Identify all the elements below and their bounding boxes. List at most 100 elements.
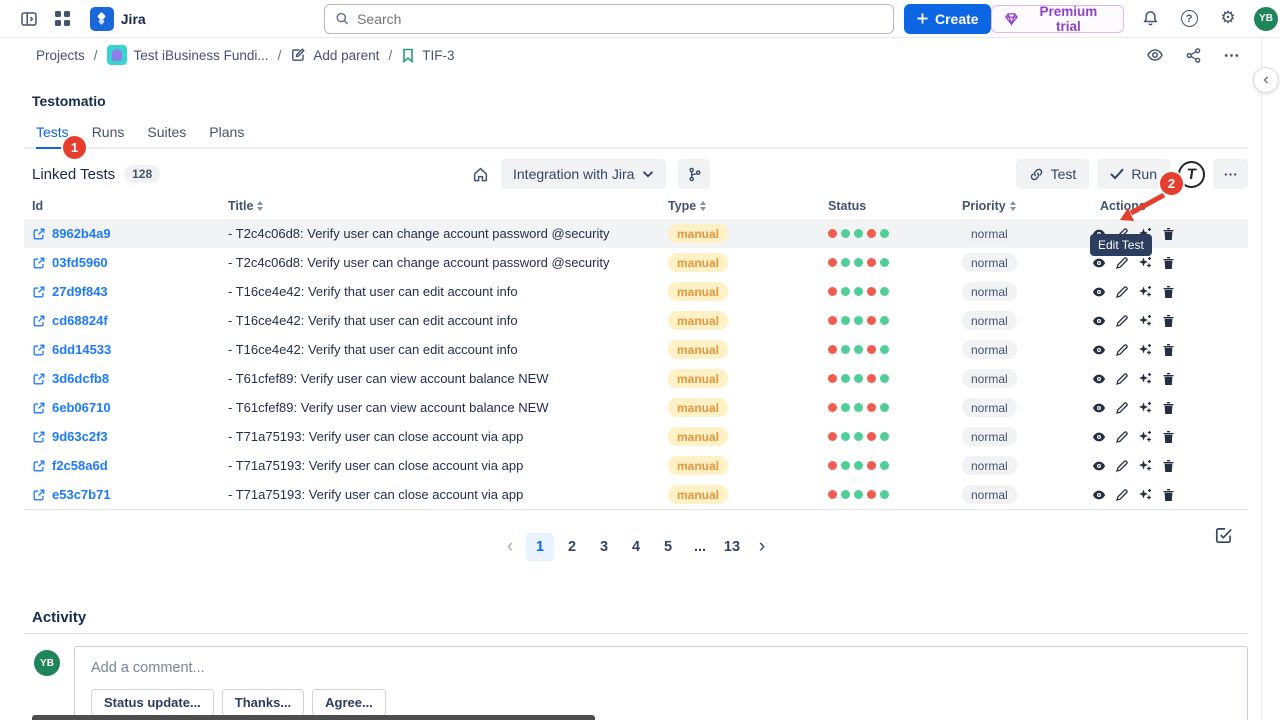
edit-pencil-icon[interactable] bbox=[1115, 372, 1129, 386]
col-id[interactable]: Id bbox=[32, 199, 228, 213]
test-id-link[interactable]: 27d9f843 bbox=[32, 284, 228, 299]
table-row[interactable]: cd68824f - T16ce4e42: Verify that user c… bbox=[24, 306, 1248, 335]
delete-trash-icon[interactable] bbox=[1161, 401, 1175, 415]
next-page-icon[interactable]: › bbox=[750, 533, 774, 561]
page-button-13[interactable]: 13 bbox=[718, 533, 746, 561]
view-eye-icon[interactable] bbox=[1092, 488, 1106, 502]
view-eye-icon[interactable] bbox=[1092, 343, 1106, 357]
edit-pencil-icon[interactable] bbox=[1115, 430, 1129, 444]
table-row[interactable]: 6eb06710 - T61cfef89: Verify user can vi… bbox=[24, 393, 1248, 422]
col-title[interactable]: Title bbox=[228, 199, 668, 213]
help-icon[interactable]: ? bbox=[1176, 6, 1202, 32]
page-button-2[interactable]: 2 bbox=[558, 533, 586, 561]
delete-trash-icon[interactable] bbox=[1161, 256, 1175, 270]
view-eye-icon[interactable] bbox=[1092, 430, 1106, 444]
edit-pencil-icon[interactable] bbox=[1115, 285, 1129, 299]
test-id-link[interactable]: 8962b4a9 bbox=[32, 226, 228, 241]
test-id-link[interactable]: 9d63c2f3 bbox=[32, 429, 228, 444]
view-eye-icon[interactable] bbox=[1092, 372, 1106, 386]
breadcrumb-project[interactable]: Test iBusiness Fundi... bbox=[107, 45, 269, 65]
breadcrumb-projects[interactable]: Projects bbox=[36, 48, 85, 63]
table-row[interactable]: 3d6dcfb8 - T61cfef89: Verify user can vi… bbox=[24, 364, 1248, 393]
sidebar-toggle-icon[interactable] bbox=[16, 6, 42, 32]
col-type[interactable]: Type bbox=[668, 199, 828, 213]
test-id-link[interactable]: 3d6dcfb8 bbox=[32, 371, 228, 386]
integration-select[interactable]: Integration with Jira bbox=[501, 159, 666, 189]
quick-reply-status-update[interactable]: Status update... bbox=[91, 689, 214, 716]
jira-logo-icon[interactable] bbox=[90, 7, 114, 31]
share-icon[interactable] bbox=[1180, 42, 1206, 68]
table-row[interactable]: e53c7b71 - T71a75193: Verify user can cl… bbox=[24, 480, 1248, 509]
ai-sparkles-icon[interactable] bbox=[1138, 285, 1152, 299]
test-id-link[interactable]: 6dd14533 bbox=[32, 342, 228, 357]
notifications-icon[interactable] bbox=[1137, 6, 1163, 32]
tab-plans[interactable]: Plans bbox=[209, 124, 244, 149]
more-actions-icon[interactable] bbox=[1218, 42, 1244, 68]
test-button[interactable]: Test bbox=[1016, 159, 1090, 189]
ai-sparkles-icon[interactable] bbox=[1138, 343, 1152, 357]
app-switcher-icon[interactable] bbox=[50, 6, 76, 32]
delete-trash-icon[interactable] bbox=[1161, 488, 1175, 502]
branch-icon[interactable] bbox=[678, 159, 710, 189]
comment-box[interactable]: Add a comment... Status update... Thanks… bbox=[74, 646, 1248, 720]
ai-sparkles-icon[interactable] bbox=[1138, 488, 1152, 502]
ai-sparkles-icon[interactable] bbox=[1138, 401, 1152, 415]
edit-pencil-icon[interactable] bbox=[1115, 488, 1129, 502]
delete-trash-icon[interactable] bbox=[1161, 285, 1175, 299]
panel-more-icon[interactable] bbox=[1213, 159, 1248, 189]
checklist-icon[interactable] bbox=[1214, 525, 1234, 550]
test-id-link[interactable]: 03fd5960 bbox=[32, 255, 228, 270]
view-eye-icon[interactable] bbox=[1092, 314, 1106, 328]
edit-pencil-icon[interactable] bbox=[1115, 256, 1129, 270]
table-row[interactable]: 8962b4a9 - T2c4c06d8: Verify user can ch… bbox=[24, 219, 1248, 248]
quick-reply-agree[interactable]: Agree... bbox=[312, 689, 386, 716]
breadcrumb-issue[interactable]: TIF-3 bbox=[401, 48, 454, 63]
test-id-link[interactable]: e53c7b71 bbox=[32, 487, 228, 502]
edit-pencil-icon[interactable] bbox=[1115, 401, 1129, 415]
delete-trash-icon[interactable] bbox=[1161, 372, 1175, 386]
page-button-4[interactable]: 4 bbox=[622, 533, 650, 561]
table-row[interactable]: 9d63c2f3 - T71a75193: Verify user can cl… bbox=[24, 422, 1248, 451]
delete-trash-icon[interactable] bbox=[1161, 227, 1175, 241]
view-eye-icon[interactable] bbox=[1092, 285, 1106, 299]
comment-placeholder[interactable]: Add a comment... bbox=[91, 660, 1231, 676]
col-status[interactable]: Status bbox=[828, 199, 962, 213]
ai-sparkles-icon[interactable] bbox=[1138, 430, 1152, 444]
breadcrumb-add-parent[interactable]: Add parent bbox=[290, 47, 379, 63]
delete-trash-icon[interactable] bbox=[1161, 343, 1175, 357]
table-row[interactable]: f2c58a6d - T71a75193: Verify user can cl… bbox=[24, 451, 1248, 480]
page-button-3[interactable]: 3 bbox=[590, 533, 618, 561]
home-icon[interactable] bbox=[472, 166, 489, 183]
test-id-link[interactable]: cd68824f bbox=[32, 313, 228, 328]
ai-sparkles-icon[interactable] bbox=[1138, 372, 1152, 386]
ai-sparkles-icon[interactable] bbox=[1138, 459, 1152, 473]
test-id-link[interactable]: f2c58a6d bbox=[32, 458, 228, 473]
page-button-5[interactable]: 5 bbox=[654, 533, 682, 561]
settings-gear-icon[interactable]: ⚙ bbox=[1215, 6, 1241, 32]
create-button[interactable]: Create bbox=[904, 4, 991, 34]
ai-sparkles-icon[interactable] bbox=[1138, 256, 1152, 270]
delete-trash-icon[interactable] bbox=[1161, 459, 1175, 473]
col-priority[interactable]: Priority bbox=[962, 199, 1100, 213]
tab-suites[interactable]: Suites bbox=[147, 124, 186, 149]
watch-eye-icon[interactable] bbox=[1142, 42, 1168, 68]
view-eye-icon[interactable] bbox=[1092, 256, 1106, 270]
edit-pencil-icon[interactable] bbox=[1115, 459, 1129, 473]
edit-pencil-icon[interactable] bbox=[1115, 314, 1129, 328]
collapse-panel-icon[interactable]: ‹ bbox=[1253, 67, 1279, 93]
table-row[interactable]: 27d9f843 - T16ce4e42: Verify that user c… bbox=[24, 277, 1248, 306]
tab-runs[interactable]: Runs bbox=[92, 124, 125, 149]
view-eye-icon[interactable] bbox=[1092, 401, 1106, 415]
ai-sparkles-icon[interactable] bbox=[1138, 314, 1152, 328]
edit-pencil-icon[interactable] bbox=[1115, 343, 1129, 357]
search-input[interactable] bbox=[357, 11, 883, 27]
user-avatar[interactable]: YB bbox=[1254, 7, 1278, 31]
premium-trial-button[interactable]: Premium trial bbox=[991, 5, 1125, 33]
delete-trash-icon[interactable] bbox=[1161, 430, 1175, 444]
quick-reply-thanks[interactable]: Thanks... bbox=[222, 689, 304, 716]
prev-page-icon[interactable]: ‹ bbox=[498, 533, 522, 561]
table-row[interactable]: 6dd14533 - T16ce4e42: Verify that user c… bbox=[24, 335, 1248, 364]
page-button-1[interactable]: 1 bbox=[526, 533, 554, 561]
table-row[interactable]: 03fd5960 - T2c4c06d8: Verify user can ch… bbox=[24, 248, 1248, 277]
view-eye-icon[interactable] bbox=[1092, 459, 1106, 473]
